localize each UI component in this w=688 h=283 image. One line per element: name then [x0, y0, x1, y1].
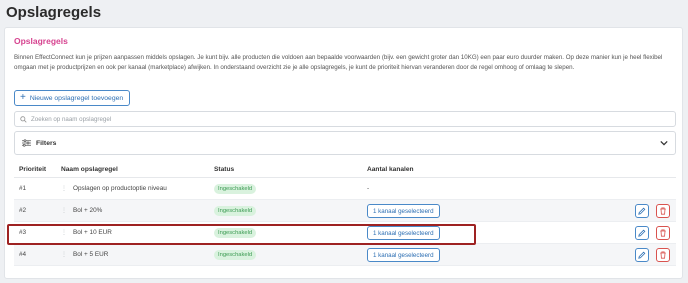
section-description: Binnen EffectConnect kun je prijzen aanp… [14, 54, 663, 71]
row-name: Opslagen op productoptie niveau [73, 185, 167, 192]
pencil-icon [638, 207, 646, 215]
row-name: Bol + 10 EUR [73, 229, 112, 236]
table-row[interactable]: #4 ⋮ Bol + 5 EUR Ingeschakeld 1 kanaal ge… [14, 244, 676, 266]
table-row[interactable]: #2 ⋮ Bol + 20% Ingeschakeld 1 kanaal gese… [14, 200, 676, 222]
header-name: Naam opslagregel [61, 166, 118, 173]
row-name: Bol + 5 EUR [73, 251, 109, 258]
search-input[interactable] [31, 115, 331, 123]
row-name-cell: ⋮ Opslagen op productoptie niveau [61, 185, 167, 192]
pencil-icon [638, 251, 646, 259]
status-badge: Ingeschakeld [214, 250, 257, 260]
add-rule-label: Nieuwe opslagregel toevoegen [29, 94, 124, 102]
drag-handle-icon[interactable]: ⋮ [61, 252, 67, 258]
delete-button[interactable] [656, 226, 670, 240]
channels-button[interactable]: 1 kanaal geselecteerd [367, 204, 440, 218]
delete-button[interactable] [656, 248, 670, 262]
add-rule-button[interactable]: + Nieuwe opslagregel toevoegen [14, 90, 131, 106]
plus-icon: + [20, 92, 26, 103]
filters-panel[interactable]: Filters [14, 131, 676, 155]
rules-table: Prioriteit Naam opslagregel Status Aanta… [14, 161, 676, 266]
search-bar [14, 111, 676, 127]
channels-button[interactable]: 1 kanaal geselecteerd [367, 226, 440, 240]
delete-button[interactable] [656, 204, 670, 218]
row-name-cell: ⋮ Bol + 5 EUR [61, 251, 108, 258]
trash-icon [660, 207, 666, 215]
edit-button[interactable] [635, 226, 649, 240]
pencil-icon [638, 229, 646, 237]
row-name-cell: ⋮ Bol + 10 EUR [61, 229, 112, 236]
row-priority: #1 [19, 185, 27, 192]
row-name: Bol + 20% [73, 207, 103, 214]
header-status: Status [214, 166, 235, 173]
trash-icon [660, 251, 666, 259]
edit-button[interactable] [635, 248, 649, 262]
chevron-down-icon[interactable] [660, 140, 668, 146]
table-header: Prioriteit Naam opslagregel Status Aanta… [14, 161, 676, 178]
rules-card: Opslagregels Binnen EffectConnect kun je… [4, 27, 683, 279]
filters-label: Filters [36, 139, 57, 147]
drag-handle-icon[interactable]: ⋮ [61, 230, 67, 236]
section-title: Opslagregels [14, 36, 68, 46]
drag-handle-icon[interactable]: ⋮ [61, 208, 67, 214]
row-priority: #4 [19, 251, 27, 258]
row-priority: #2 [19, 207, 27, 214]
trash-icon [660, 229, 666, 237]
channels-button[interactable]: 1 kanaal geselecteerd [367, 248, 440, 262]
row-channels: - [367, 185, 370, 192]
status-badge: Ingeschakeld [214, 184, 257, 194]
drag-handle-icon[interactable]: ⋮ [61, 186, 67, 192]
table-row[interactable]: #1 ⋮ Opslagen op productoptie niveau Inge… [14, 178, 676, 200]
row-status-cell: Ingeschakeld [214, 206, 257, 216]
header-channels: Aantal kanalen [367, 166, 414, 173]
header-priority: Prioriteit [19, 166, 47, 173]
status-badge: Ingeschakeld [214, 228, 257, 238]
row-priority: #3 [19, 229, 27, 236]
table-row[interactable]: #3 ⋮ Bol + 10 EUR Ingeschakeld 1 kanaal g… [14, 222, 676, 244]
row-status-cell: Ingeschakeld [214, 184, 257, 194]
row-status-cell: Ingeschakeld [214, 228, 257, 238]
status-badge: Ingeschakeld [214, 206, 257, 216]
row-name-cell: ⋮ Bol + 20% [61, 207, 102, 214]
row-status-cell: Ingeschakeld [214, 250, 257, 260]
search-icon [20, 115, 27, 123]
sliders-icon [22, 139, 31, 147]
page-title: Opslagregels [6, 4, 102, 21]
edit-button[interactable] [635, 204, 649, 218]
